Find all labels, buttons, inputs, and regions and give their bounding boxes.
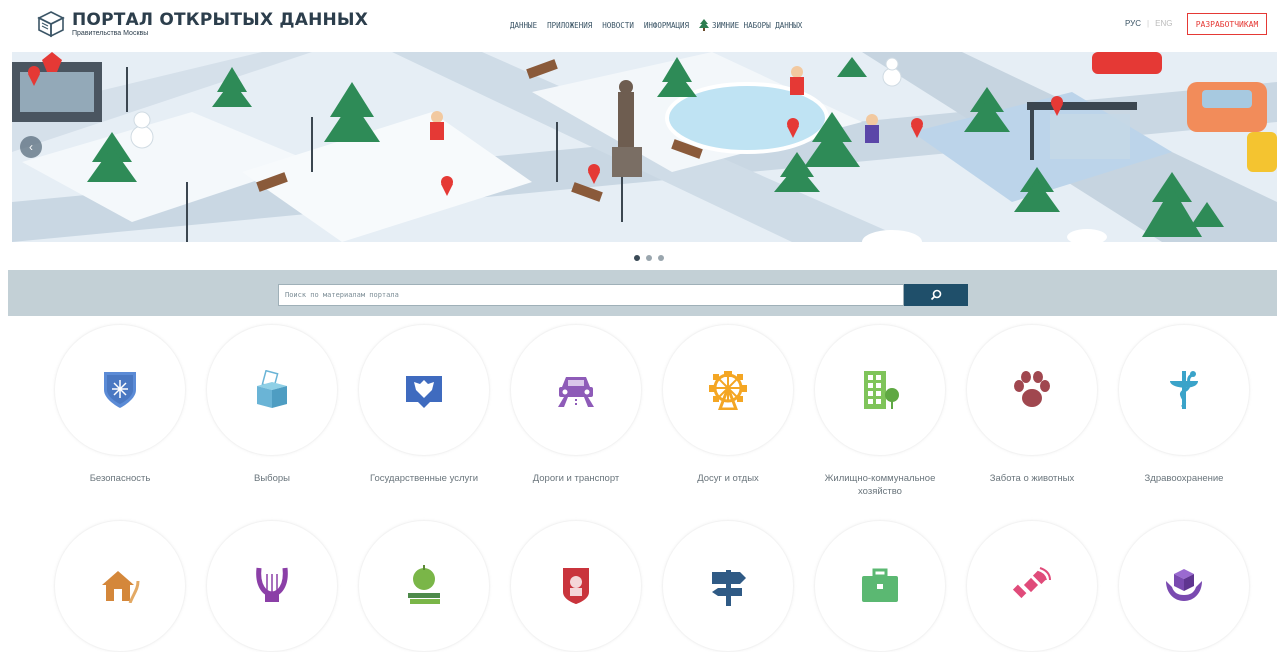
search-icon: [930, 289, 942, 301]
moscow-emblem-icon: [563, 568, 589, 604]
developers-button[interactable]: РАЗРАБОТЧИКАМ: [1187, 13, 1267, 35]
fir-tree-icon: [699, 19, 710, 31]
category-label-gov-services[interactable]: Государственные услуги: [349, 472, 499, 485]
category-roads-transport[interactable]: [510, 324, 642, 456]
search-input[interactable]: Поиск по материалам портала: [278, 284, 904, 306]
category-label-animal-care[interactable]: Забота о животных: [957, 472, 1107, 485]
category-label-housing-utilities[interactable]: Жилищно-коммунальное хозяйство: [818, 472, 942, 498]
apple-books-icon: [408, 565, 440, 604]
category-row2-1[interactable]: [54, 520, 186, 652]
category-gov-services[interactable]: [358, 324, 490, 456]
signpost-icon: [712, 570, 746, 606]
briefcase-icon: [862, 568, 898, 602]
lyre-icon: [256, 567, 288, 602]
nav-winter-datasets[interactable]: ЗИМНИЕ НАБОРЫ ДАННЫХ: [699, 19, 802, 31]
lang-en[interactable]: ENG: [1155, 19, 1172, 28]
logo[interactable]: ПОРТАЛ ОТКРЫТЫХ ДАННЫХ Правительства Мос…: [36, 9, 368, 39]
category-label-healthcare[interactable]: Здравоохранение: [1109, 472, 1259, 485]
slider-dot-1[interactable]: [634, 255, 640, 261]
language-switch: РУС | ENG: [1125, 19, 1172, 28]
nav-apps[interactable]: ПРИЛОЖЕНИЯ: [547, 21, 592, 30]
shield-icon: [104, 372, 136, 408]
category-label-leisure[interactable]: Досуг и отдых: [653, 472, 803, 485]
category-animal-care[interactable]: [966, 324, 1098, 456]
winter-city-illustration: [12, 52, 1277, 242]
slider-dot-3[interactable]: [658, 255, 664, 261]
category-row2-4[interactable]: [510, 520, 642, 652]
winter-banner[interactable]: ‹: [12, 52, 1277, 242]
category-label-elections[interactable]: Выборы: [197, 472, 347, 485]
category-elections[interactable]: [206, 324, 338, 456]
car-icon: [558, 377, 594, 407]
category-security[interactable]: [54, 324, 186, 456]
category-row2-3[interactable]: [358, 520, 490, 652]
logo-subtitle: Правительства Москвы: [72, 29, 149, 37]
category-healthcare[interactable]: [1118, 324, 1250, 456]
category-leisure[interactable]: [662, 324, 794, 456]
category-row2-5[interactable]: [662, 520, 794, 652]
lang-ru[interactable]: РУС: [1125, 19, 1141, 28]
category-row2-7[interactable]: [966, 520, 1098, 652]
satellite-icon: [1012, 567, 1051, 599]
ballot-box-icon: [257, 370, 287, 408]
nav-winter-label: ЗИМНИЕ НАБОРЫ ДАННЫХ: [712, 20, 803, 30]
main-nav: ДАННЫЕ ПРИЛОЖЕНИЯ НОВОСТИ ИНФОРМАЦИЯ ЗИМ…: [510, 19, 802, 31]
category-row2-8[interactable]: [1118, 520, 1250, 652]
header: ПОРТАЛ ОТКРЫТЫХ ДАННЫХ Правительства Мос…: [0, 0, 1277, 50]
slider-dot-2[interactable]: [646, 255, 652, 261]
nav-news[interactable]: НОВОСТИ: [602, 21, 634, 30]
category-row2-6[interactable]: [814, 520, 946, 652]
paw-icon: [1014, 371, 1050, 407]
logo-title: ПОРТАЛ ОТКРЫТЫХ ДАННЫХ: [72, 9, 369, 30]
nav-data[interactable]: ДАННЫЕ: [510, 21, 537, 30]
cube-logo-icon: [37, 11, 65, 38]
slider-dots: [634, 255, 664, 261]
lang-separator: |: [1147, 19, 1150, 28]
category-row2-2[interactable]: [206, 520, 338, 652]
slider-prev-arrow[interactable]: ‹: [20, 136, 42, 158]
category-label-security[interactable]: Безопасность: [45, 472, 195, 485]
coat-of-arms-icon: [406, 376, 442, 408]
search-button[interactable]: [904, 284, 968, 306]
ferris-wheel-icon: [709, 371, 747, 410]
nav-info[interactable]: ИНФОРМАЦИЯ: [644, 21, 689, 30]
house-icon: [102, 571, 140, 603]
hands-box-icon: [1166, 569, 1202, 601]
building-icon: [864, 371, 899, 409]
category-label-roads-transport[interactable]: Дороги и транспорт: [501, 472, 651, 485]
medicine-icon: [1170, 371, 1198, 409]
category-housing-utilities[interactable]: [814, 324, 946, 456]
